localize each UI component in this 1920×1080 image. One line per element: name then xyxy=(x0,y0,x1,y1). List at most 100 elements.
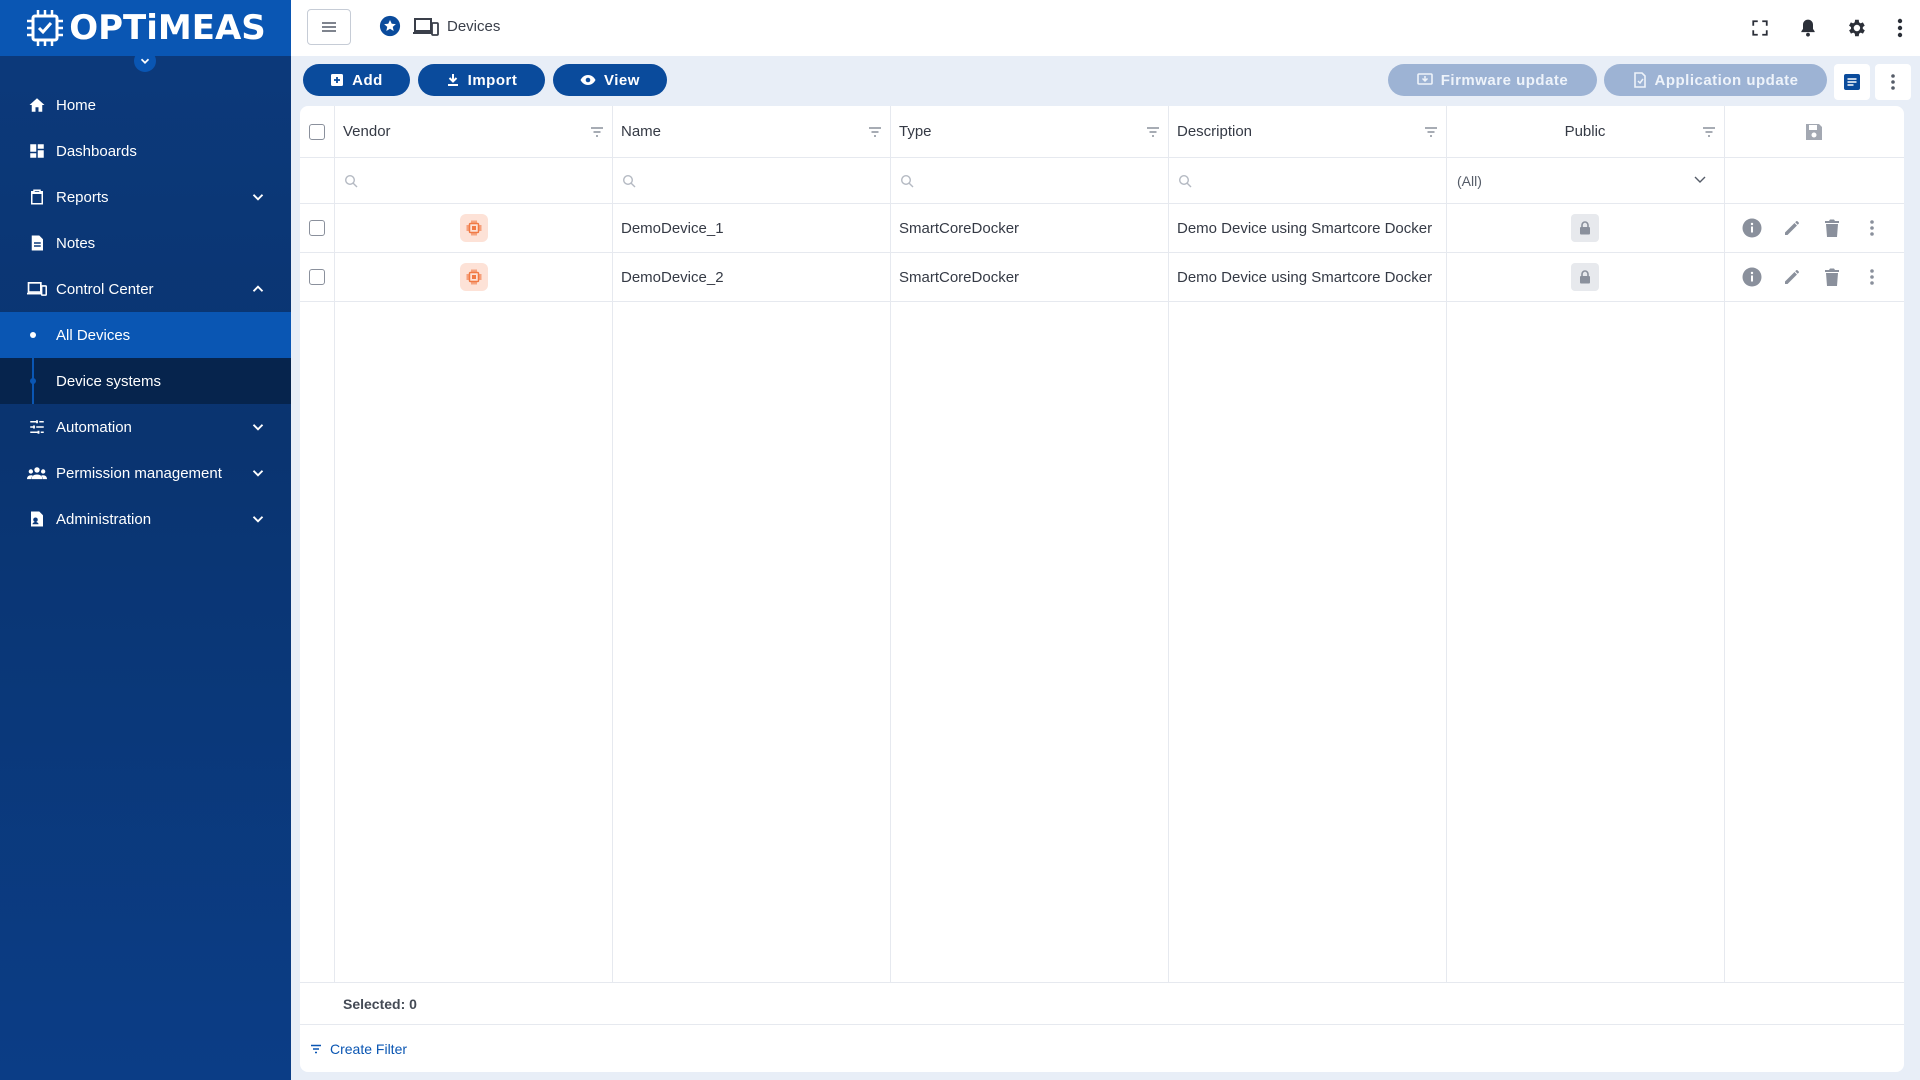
vendor-cell xyxy=(460,253,488,301)
firmware-update-label: Firmware update xyxy=(1440,71,1569,89)
sidebar-item-all-devices[interactable]: All Devices xyxy=(0,312,291,358)
logo-bar: OPTiMEAS xyxy=(0,0,291,72)
sidebar-item-label: Device systems xyxy=(56,372,162,390)
select-all-checkbox[interactable] xyxy=(309,123,325,140)
more-options-button[interactable] xyxy=(1880,4,1920,52)
filter-icon[interactable] xyxy=(1702,126,1716,138)
devices-grid: Vendor Name Type Description Public (All… xyxy=(300,106,1904,1072)
active-dot xyxy=(30,332,36,338)
sidebar-item-reports[interactable]: Reports xyxy=(0,174,291,220)
search-icon xyxy=(344,174,358,187)
breadcrumb: Devices xyxy=(447,18,501,35)
sidebar-item-dashboards[interactable]: Dashboards xyxy=(0,128,291,174)
filter-icon xyxy=(311,1044,321,1054)
public-cell xyxy=(1446,204,1724,252)
import-button[interactable]: Import xyxy=(418,64,545,96)
search-icon xyxy=(622,174,636,187)
column-chooser-button[interactable] xyxy=(1834,64,1870,100)
name-cell: DemoDevice_2 xyxy=(621,268,724,286)
view-button[interactable]: View xyxy=(553,64,667,96)
type-cell: SmartCoreDocker xyxy=(899,219,1020,237)
public-filter-select[interactable]: (All) xyxy=(1457,158,1713,203)
column-header-public[interactable]: Public xyxy=(1446,106,1724,157)
row-checkbox[interactable] xyxy=(309,220,325,236)
sidebar-item-automation[interactable]: Automation xyxy=(0,404,291,450)
column-header-label: Description xyxy=(1177,123,1253,140)
chip-logo-icon xyxy=(27,10,64,46)
chevron-down-icon xyxy=(252,516,264,523)
menu-toggle-button[interactable] xyxy=(307,9,351,45)
sidebar-item-label: Control Center xyxy=(56,280,154,298)
column-header-label: Type xyxy=(899,123,932,140)
vertical-dots-icon xyxy=(1891,74,1895,90)
row-actions xyxy=(1740,204,1884,252)
public-cell xyxy=(1446,253,1724,301)
info-icon[interactable] xyxy=(1740,265,1764,289)
sidebar-item-label: All Devices xyxy=(56,326,131,344)
save-icon[interactable] xyxy=(1805,123,1823,141)
app-file-icon xyxy=(1633,72,1646,88)
add-button[interactable]: Add xyxy=(303,64,410,96)
clipboard-icon xyxy=(27,187,47,207)
favorite-star-icon[interactable] xyxy=(379,15,401,37)
search-icon xyxy=(900,174,914,187)
sidebar-item-label: Automation xyxy=(56,418,132,436)
toolbar-more-button[interactable] xyxy=(1875,64,1911,100)
column-header-label: Name xyxy=(621,123,662,140)
column-header-label: Public xyxy=(1564,123,1606,140)
brand-logo[interactable]: OPTiMEAS xyxy=(25,8,266,48)
row-more-icon[interactable] xyxy=(1860,216,1884,240)
grid-filter-row: (All) xyxy=(300,158,1904,204)
edit-icon[interactable] xyxy=(1780,265,1804,289)
sidebar-nav: Home Dashboards Reports Notes Control Ce… xyxy=(0,82,291,542)
select-all-cell xyxy=(309,106,325,157)
firmware-icon xyxy=(1416,73,1433,85)
sidebar-item-label: Home xyxy=(56,96,97,114)
row-more-icon[interactable] xyxy=(1860,265,1884,289)
vendor-filter-input[interactable] xyxy=(344,158,358,203)
list-view-icon xyxy=(1844,74,1860,90)
bell-icon xyxy=(1801,19,1815,37)
sliders-icon xyxy=(27,417,47,437)
settings-button[interactable] xyxy=(1832,4,1880,52)
chevron-down-icon xyxy=(252,470,264,477)
column-header-name[interactable]: Name xyxy=(621,106,661,157)
sidebar-item-notes[interactable]: Notes xyxy=(0,220,291,266)
table-row[interactable]: DemoDevice_2 SmartCoreDocker Demo Device… xyxy=(300,253,1904,302)
row-checkbox[interactable] xyxy=(309,269,325,285)
sidebar-item-administration[interactable]: Administration xyxy=(0,496,291,542)
dashboard-icon xyxy=(27,141,47,161)
sidebar-item-device-systems[interactable]: Device systems xyxy=(0,358,291,404)
filter-icon[interactable] xyxy=(868,126,882,138)
description-filter-input[interactable] xyxy=(1178,158,1192,203)
devices-icon xyxy=(413,18,439,36)
filter-icon[interactable] xyxy=(590,126,604,138)
table-row[interactable]: DemoDevice_1 SmartCoreDocker Demo Device… xyxy=(300,204,1904,253)
sidebar-item-home[interactable]: Home xyxy=(0,82,291,128)
add-box-icon xyxy=(331,74,344,86)
column-header-description[interactable]: Description xyxy=(1177,106,1252,157)
column-header-type[interactable]: Type xyxy=(899,106,932,157)
column-header-vendor[interactable]: Vendor xyxy=(343,106,391,157)
delete-icon[interactable] xyxy=(1820,265,1844,289)
name-filter-input[interactable] xyxy=(622,158,636,203)
application-update-button[interactable]: Application update xyxy=(1604,64,1827,96)
delete-icon[interactable] xyxy=(1820,216,1844,240)
description-cell: Demo Device using Smartcore Docker xyxy=(1177,219,1433,237)
brand-menu-toggle[interactable] xyxy=(134,50,156,72)
sidebar-item-control-center[interactable]: Control Center xyxy=(0,266,291,312)
edit-icon[interactable] xyxy=(1780,216,1804,240)
chevron-down-icon xyxy=(252,194,264,201)
firmware-update-button[interactable]: Firmware update xyxy=(1388,64,1597,96)
grid-filter-bar: Create Filter xyxy=(300,1024,1904,1072)
create-filter-button[interactable]: Create Filter xyxy=(310,1041,407,1057)
filter-icon[interactable] xyxy=(1424,126,1438,138)
fullscreen-button[interactable] xyxy=(1736,4,1784,52)
sidebar-item-permission-management[interactable]: Permission management xyxy=(0,450,291,496)
tree-dot xyxy=(30,378,36,384)
filter-icon[interactable] xyxy=(1146,126,1160,138)
lock-icon xyxy=(1571,263,1599,291)
type-filter-input[interactable] xyxy=(900,158,914,203)
notifications-button[interactable] xyxy=(1784,4,1832,52)
info-icon[interactable] xyxy=(1740,216,1764,240)
